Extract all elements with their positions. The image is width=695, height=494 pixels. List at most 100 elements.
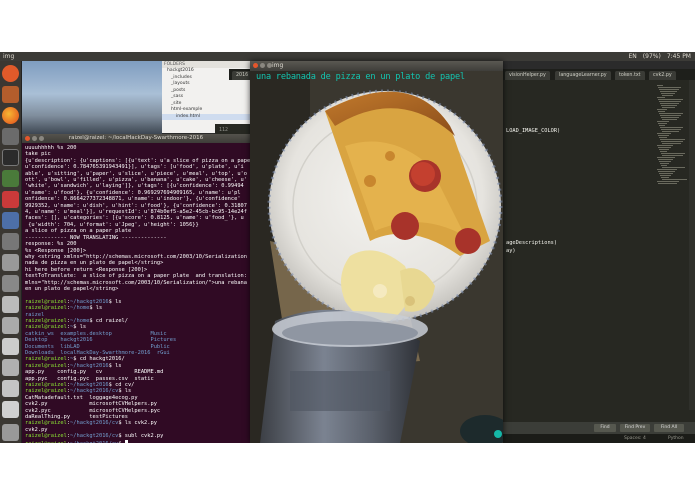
minimap-line — [658, 171, 675, 172]
minimap-line — [660, 175, 671, 176]
minimap-line — [660, 163, 669, 164]
prompt-path: ~/hackgt2016/cv — [70, 441, 118, 443]
app-icon[interactable] — [2, 254, 19, 271]
clock[interactable]: 7:45 PM — [667, 52, 691, 61]
prompt-user: raizel@raizel — [25, 305, 67, 312]
minimap-line — [657, 169, 677, 170]
drive-icon[interactable] — [2, 380, 19, 397]
drive-icon[interactable] — [2, 317, 19, 334]
terminal-title-bar[interactable]: raizel@raizel: ~/localHackDay-Swarthmore… — [22, 134, 250, 143]
terminal-line: 'white', u'sandwich', u'laying']}, u'tag… — [25, 183, 244, 190]
editor-tab[interactable]: languageLearner.py — [555, 71, 611, 80]
close-icon[interactable] — [25, 136, 30, 141]
pizza-photo-illustration — [250, 71, 503, 443]
maximize-icon[interactable] — [267, 63, 272, 68]
close-icon[interactable] — [253, 63, 258, 68]
sublime-text-icon[interactable] — [2, 170, 19, 187]
find-all-button[interactable]: Find All — [654, 424, 684, 432]
minimap-line — [659, 173, 673, 174]
minimap-line — [661, 141, 683, 142]
terminal-window[interactable]: raizel@raizel: ~/localHackDay-Swarthmore… — [22, 134, 250, 443]
minimap-line — [659, 137, 667, 138]
prompt-user: raizel@raizel — [25, 324, 67, 331]
minimap-line — [658, 111, 665, 112]
prompt-command: $ cd hackgt2016/ — [73, 356, 125, 363]
software-center-icon[interactable] — [2, 128, 19, 145]
desktop-screen: img EN (97%) 7:45 PM FOLDERS hackgt2016 … — [0, 52, 695, 443]
keyboard-indicator[interactable]: EN — [629, 52, 637, 61]
minimap-line — [658, 135, 669, 136]
editor-tab[interactable]: visionHelper.py — [505, 71, 550, 80]
find-button[interactable]: Find — [594, 424, 616, 432]
image-window[interactable]: img una rebanada de pizza en un plato de… — [250, 61, 503, 443]
minimap-line — [657, 181, 679, 182]
minimap-line — [660, 151, 667, 152]
code-line[interactable]: ageDescriptions) — [506, 240, 557, 246]
minimap-line — [660, 127, 683, 128]
prompt-command: $ cd raizel/ — [89, 317, 128, 324]
editor-tab[interactable]: cvk2.py — [649, 71, 676, 80]
minimap-line — [657, 121, 669, 122]
syntax-setting[interactable]: Python — [668, 434, 684, 443]
code-line[interactable]: LOAD_IMAGE_COLOR) — [506, 128, 560, 134]
drive-icon[interactable] — [2, 338, 19, 355]
desktop-wallpaper — [22, 61, 162, 134]
prompt-user: raizel@raizel — [25, 441, 67, 443]
terminal-title: raizel@raizel: ~/localHackDay-Swarthmore… — [68, 135, 204, 141]
prompt-user: raizel@raizel — [25, 382, 67, 389]
editor-tab[interactable]: token.txt — [615, 71, 645, 80]
prompt-path: ~/home — [70, 305, 90, 312]
prompt-path: ~/hackgt2016/cv — [70, 388, 119, 395]
terminal-line: faces': [], u'categories': [{u'score': 0… — [25, 215, 244, 222]
minimap-line — [659, 113, 683, 114]
trash-icon[interactable] — [2, 424, 19, 441]
prompt-user: raizel@raizel — [25, 362, 67, 369]
editor-status-bar: Spaces: 4 Python — [502, 434, 695, 443]
find-prev-button[interactable]: Find Prev — [620, 424, 650, 432]
firefox-icon[interactable] — [2, 107, 19, 124]
minimize-icon[interactable] — [260, 63, 265, 68]
minimize-icon[interactable] — [32, 136, 37, 141]
minimap-line — [660, 139, 685, 140]
image-window-title-bar[interactable]: img — [250, 61, 503, 71]
minimap[interactable] — [657, 84, 687, 244]
spaces-setting[interactable]: Spaces: 4 — [624, 434, 646, 443]
terminal-icon[interactable] — [2, 149, 19, 166]
app-icon[interactable] — [2, 212, 19, 229]
editor-pane[interactable]: LOAD_IMAGE_COLOR) ageDescriptions) ay) — [502, 80, 695, 443]
minimap-line — [662, 179, 687, 180]
prompt-command: $ ls — [89, 305, 103, 312]
translated-caption: una rebanada de pizza en un plato de pap… — [256, 72, 465, 82]
minimap-line — [661, 117, 679, 118]
drive-icon[interactable] — [2, 359, 19, 376]
editor-scrollbar[interactable] — [689, 80, 695, 410]
terminal-output[interactable]: uuuuhhhhh %s 200 take pic {u'description':… — [22, 143, 250, 443]
files-icon[interactable] — [2, 86, 19, 103]
minimap-line — [657, 145, 673, 146]
app-icon[interactable] — [2, 191, 19, 208]
code-line[interactable]: ay) — [506, 248, 516, 254]
minimap-line — [662, 119, 677, 120]
file-item[interactable]: index.html — [162, 113, 250, 120]
prompt-command: $ ls — [73, 324, 87, 331]
prompt-path: ~/hackgt2016/cv — [70, 433, 119, 440]
minimap-line — [662, 95, 673, 96]
drive-icon[interactable] — [2, 401, 19, 418]
prompt-command: $ ls cvk2.py — [118, 420, 157, 427]
dash-home-icon[interactable] — [2, 65, 19, 82]
minimap-line — [658, 183, 677, 184]
drive-icon[interactable] — [2, 296, 19, 313]
prompt-user: raizel@raizel — [25, 356, 67, 363]
prompt-command: $ subl cvk2.py — [118, 433, 164, 440]
minimap-line — [660, 115, 681, 116]
minimap-line — [658, 147, 671, 148]
minimap-line — [662, 107, 675, 108]
battery-indicator[interactable]: (97%) — [643, 52, 661, 61]
minimap-line — [661, 129, 681, 130]
settings-icon[interactable] — [2, 275, 19, 292]
app-icon[interactable] — [2, 233, 19, 250]
maximize-icon[interactable] — [39, 136, 44, 141]
terminal-line: mlns="http://schemas.microsoft.com/2003/… — [25, 279, 247, 286]
minimap-line — [657, 109, 667, 110]
minimap-line — [657, 157, 675, 158]
